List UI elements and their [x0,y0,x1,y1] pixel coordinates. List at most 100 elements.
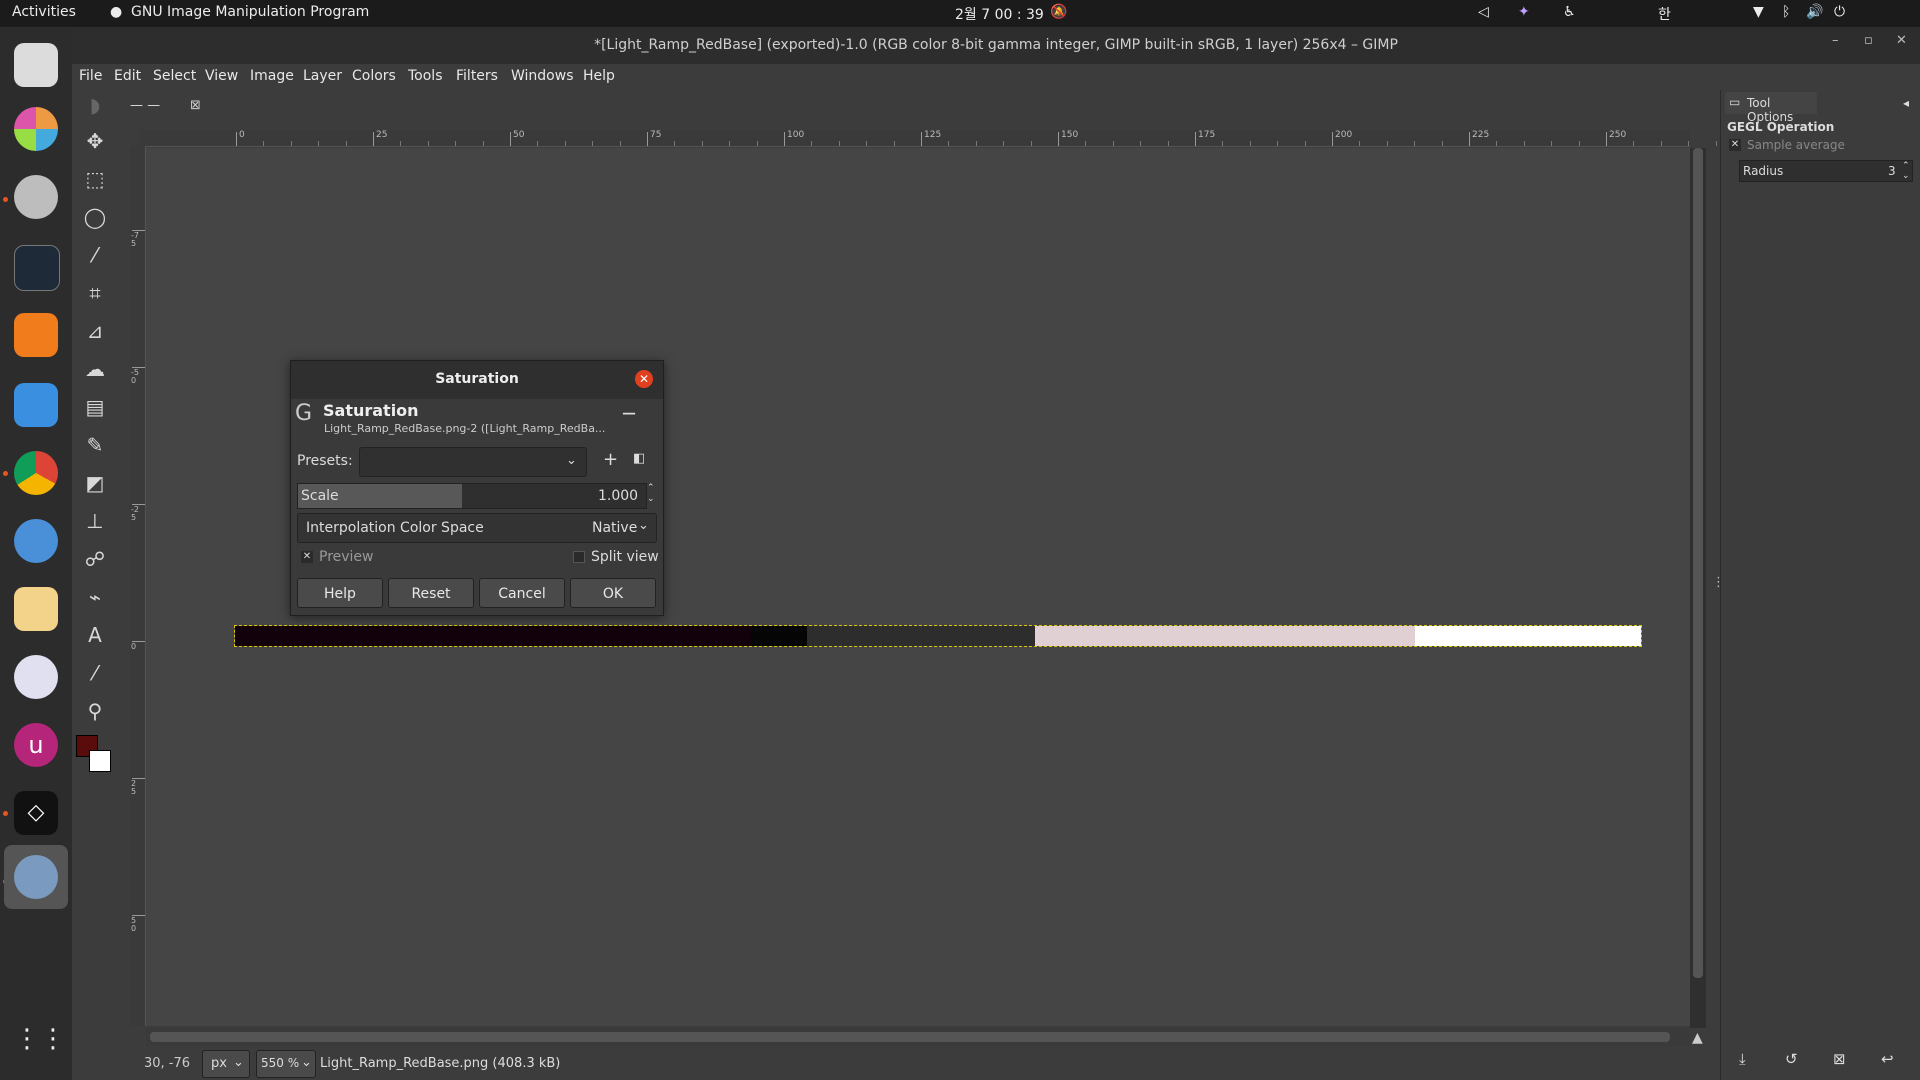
horizontal-ruler[interactable]: 0 25 50 75 100 125 150 175 200 225 250 [140,130,1717,147]
menu-filters[interactable]: Filters [456,68,498,84]
interp-label: Interpolation Color Space [306,520,484,536]
menu-select[interactable]: Select [153,68,196,84]
restore-options-icon[interactable]: ↺ [1785,1050,1798,1068]
accessibility-icon[interactable]: ♿ [1563,4,1576,20]
clone-tool-icon[interactable]: ⊥ [82,508,108,534]
ruler-tick [1195,132,1196,146]
reset-options-icon[interactable]: ↩ [1881,1050,1894,1068]
cancel-button[interactable]: Cancel [479,578,565,608]
bluetooth-icon[interactable]: ᛒ [1782,4,1790,20]
color-wheel-app-icon[interactable] [14,107,58,151]
app-menu[interactable]: GNU Image Manipulation Program [131,4,369,20]
menu-help[interactable]: Help [583,68,615,84]
save-options-icon[interactable]: ⤓ [1739,1050,1746,1068]
paint-app-icon[interactable] [14,587,58,631]
upwork-icon[interactable]: u [14,723,58,767]
menu-image[interactable]: Image [250,68,294,84]
maximize-button[interactable]: ▫ [1864,33,1873,48]
input-method-indicator[interactable]: 한 [1658,4,1671,24]
navigate-icon[interactable]: ▲ [1692,1030,1703,1046]
horizontal-scrollbar[interactable] [146,1028,1690,1046]
menu-colors[interactable]: Colors [352,68,396,84]
dock: u ◇ ⋮⋮⋮ [0,27,92,1080]
screenshot-app-icon[interactable] [14,43,58,87]
app-grid-icon[interactable]: ⋮⋮⋮ [14,1017,92,1061]
split-view-checkbox[interactable] [573,551,585,563]
strip-segment [751,626,807,646]
text-tool-icon[interactable]: A [82,622,108,648]
preset-menu-icon[interactable]: ◧ [633,451,645,466]
unity-icon[interactable]: ◇ [14,791,58,835]
dialog-titlebar[interactable]: Saturation ✕ [291,361,663,399]
menu-windows[interactable]: Windows [511,68,574,84]
menu-layer[interactable]: Layer [303,68,342,84]
crop-tool-icon[interactable]: ⌗ [82,280,108,306]
lasso-tool-icon[interactable]: ◯ [82,204,108,230]
menu-tools[interactable]: Tools [408,68,443,84]
zoom-select[interactable]: 550 % ⌄ [256,1050,316,1078]
volume-icon[interactable]: 🔊 [1806,4,1823,20]
fuzzy-select-tool-icon[interactable]: ⁄ [82,242,108,268]
scale-slider[interactable]: Scale 1.000 [297,483,647,509]
eraser-tool-icon[interactable]: ◩ [82,470,108,496]
terminal-icon[interactable] [14,245,60,291]
radius-spinbutton[interactable]: Radius 3 ⌃ ⌄ [1739,160,1913,182]
close-tab-icon[interactable]: ⊠ [190,98,201,113]
share-icon[interactable]: ◁ [1478,4,1489,20]
gradient-tool-icon[interactable]: ▤ [82,394,108,420]
sample-average-checkbox[interactable]: ✕ [1729,139,1741,151]
ruler-tick-label: 250 [1609,130,1627,140]
vertical-ruler[interactable]: -75 -50 -25 0 25 50 [130,146,146,1026]
interpolation-combo[interactable]: Interpolation Color Space Native ⌄ [297,513,657,543]
fox-app-icon[interactable] [14,519,58,563]
settings-gear-icon[interactable] [14,175,58,219]
chevron-down-icon: ⌄ [233,1055,244,1070]
preview-checkbox[interactable]: ✕ [301,551,313,563]
clock[interactable]: 2월 7 00 : 39 [955,4,1044,24]
menu-view[interactable]: View [205,68,238,84]
section-title: GEGL Operation [1727,120,1835,134]
menu-edit[interactable]: Edit [114,68,141,84]
window-titlebar[interactable]: *[Light_Ramp_RedBase] (exported)-1.0 (RG… [72,27,1920,64]
zoom-tool-icon[interactable]: ⚲ [82,698,108,724]
close-dialog-button[interactable]: ✕ [635,370,653,388]
image-layer[interactable] [234,625,1642,647]
background-color-swatch[interactable] [89,750,111,772]
ok-button[interactable]: OK [570,578,656,608]
tab-tool-options[interactable]: ▭ Tool Options [1725,92,1817,124]
color-picker-tray-icon[interactable]: ✦ [1518,4,1530,20]
inkscape-icon[interactable] [14,655,58,699]
presets-combo[interactable]: ⌄ [359,447,587,477]
spin-arrows-icon[interactable]: ⌃ ⌄ [1902,161,1910,181]
move-tool-icon[interactable]: ✥ [82,128,108,154]
menu-file[interactable]: File [79,68,102,84]
chrome-icon[interactable] [14,451,58,495]
vertical-scrollbar[interactable] [1690,148,1706,1028]
dock-menu-icon[interactable]: ◂ [1903,96,1909,110]
wifi-icon[interactable]: ▼ [1753,4,1764,20]
paths-tool-icon[interactable]: ⌁ [82,584,108,610]
wilber-icon: ◗ [89,93,101,117]
delete-options-icon[interactable]: ⊠ [1833,1050,1846,1068]
help-button[interactable]: Help [297,578,383,608]
reset-button[interactable]: Reset [388,578,474,608]
chevron-down-icon: ⌄ [566,453,577,468]
add-preset-icon[interactable]: + [603,449,618,470]
warp-tool-icon[interactable]: ☁ [82,356,108,382]
unit-select[interactable]: px ⌄ [202,1050,250,1078]
color-picker-tool-icon[interactable]: ⁄ [82,660,108,686]
activities-button[interactable]: Activities [12,4,76,20]
paintbrush-tool-icon[interactable]: ✎ [82,432,108,458]
files-icon[interactable] [14,383,58,427]
close-window-button[interactable]: ✕ [1896,33,1907,48]
radius-label: Radius [1743,164,1784,178]
image-tab[interactable]: — — ⊠ [130,92,230,122]
minimize-button[interactable]: – [1832,33,1839,48]
smudge-tool-icon[interactable]: ☍ [82,546,108,572]
power-icon[interactable]: ⏻ [1834,4,1845,20]
video-player-icon[interactable] [14,313,58,357]
scale-spin-arrows-icon[interactable]: ⌃ ⌄ [647,483,655,505]
gimp-dock-icon[interactable] [14,855,58,899]
transform-tool-icon[interactable]: ⊿ [82,318,108,344]
rect-select-tool-icon[interactable]: ⬚ [82,166,108,192]
